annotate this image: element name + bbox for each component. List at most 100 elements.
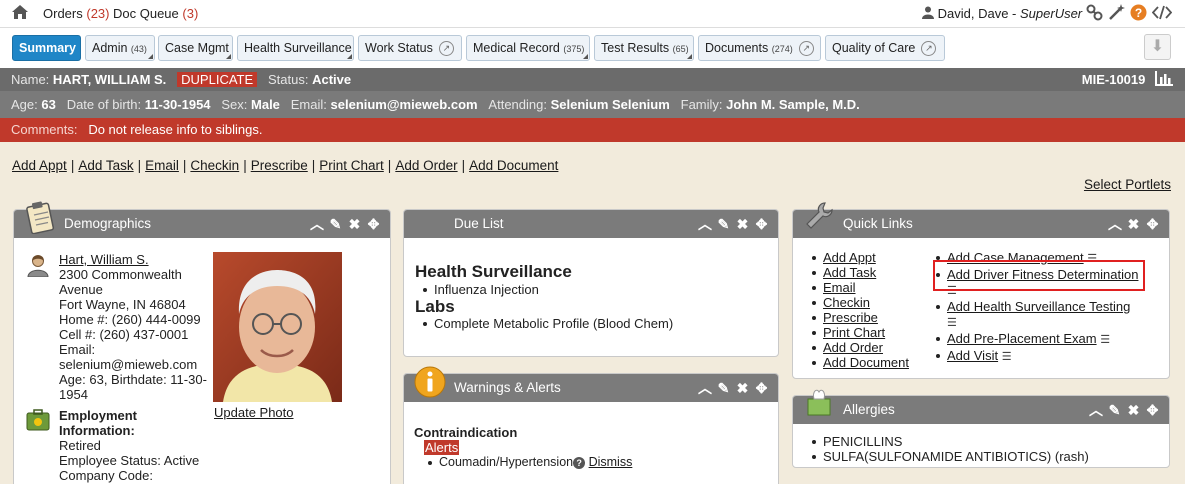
alerts-badge: Alerts bbox=[424, 440, 460, 455]
edit-icon[interactable]: ✎ bbox=[717, 210, 730, 238]
allergy-item: SULFA(SULFONAMIDE ANTIBIOTICS) (rash) bbox=[808, 449, 1089, 464]
collapse-icon[interactable]: ︿ bbox=[698, 210, 712, 238]
move-icon[interactable]: ✥ bbox=[755, 374, 768, 402]
highlight-box bbox=[933, 260, 1145, 291]
edit-icon[interactable]: ✎ bbox=[329, 210, 342, 238]
list-icon[interactable]: ☰ bbox=[947, 317, 957, 329]
add-document-link[interactable]: Add Document bbox=[469, 158, 558, 173]
move-icon[interactable]: ✥ bbox=[1146, 396, 1159, 424]
address-line: Avenue bbox=[59, 282, 103, 297]
chart-icon[interactable] bbox=[1155, 71, 1173, 86]
move-icon[interactable]: ✥ bbox=[1146, 210, 1159, 238]
tab-case-mgmt[interactable]: Case Mgmt bbox=[158, 35, 233, 61]
prescribe-link[interactable]: Prescribe bbox=[251, 158, 308, 173]
update-photo-link[interactable]: Update Photo bbox=[214, 405, 294, 420]
address-line: Fort Wayne, IN 46804 bbox=[59, 297, 186, 312]
user-icon bbox=[922, 6, 934, 19]
collapse-icon[interactable]: ︿ bbox=[1108, 210, 1122, 238]
address-line: 2300 Commonwealth bbox=[59, 267, 182, 282]
add-order-link[interactable]: Add Order bbox=[395, 158, 457, 173]
allergies-header[interactable]: Allergies ︿ ✎ ✖ ✥ bbox=[793, 389, 1169, 424]
quick-prescribe-link[interactable]: Prescribe bbox=[823, 310, 878, 325]
select-portlets-link[interactable]: Select Portlets bbox=[1084, 177, 1171, 192]
quick-add-task-link[interactable]: Add Task bbox=[823, 265, 876, 280]
checkin-link[interactable]: Checkin bbox=[190, 158, 239, 173]
quick-add-appt-link[interactable]: Add Appt bbox=[823, 250, 876, 265]
svg-text:?: ? bbox=[1135, 6, 1142, 20]
help-icon[interactable]: ? bbox=[1130, 4, 1147, 21]
patient-details: Age: 63 Date of birth: 11-30-1954 Sex: M… bbox=[0, 91, 1185, 118]
alert-item: Coumadin/Hypertension bbox=[439, 455, 574, 469]
add-pre-placement-link[interactable]: Add Pre-Placement Exam bbox=[947, 331, 1097, 346]
add-appt-link[interactable]: Add Appt bbox=[12, 158, 67, 173]
external-link-icon[interactable]: ↗ bbox=[798, 41, 814, 57]
patient-status: Active bbox=[312, 72, 352, 87]
info-icon bbox=[414, 366, 446, 408]
quick-checkin-link[interactable]: Checkin bbox=[823, 295, 870, 310]
tab-admin[interactable]: Admin (43) bbox=[85, 35, 155, 61]
tab-documents[interactable]: Documents (274) ↗ bbox=[698, 35, 821, 61]
quick-add-document-link[interactable]: Add Document bbox=[823, 355, 909, 370]
edit-icon[interactable]: ✎ bbox=[1108, 396, 1121, 424]
patient-name-link[interactable]: Hart, William S. bbox=[59, 252, 149, 267]
due-item: Influenza Injection bbox=[419, 282, 673, 297]
help-icon[interactable]: ? bbox=[573, 457, 586, 469]
doc-queue-link[interactable]: Doc Queue (3) bbox=[113, 6, 198, 21]
due-section-title: Health Surveillance bbox=[415, 262, 572, 281]
move-icon[interactable]: ✥ bbox=[755, 210, 768, 238]
collapse-icon[interactable]: ︿ bbox=[310, 210, 324, 238]
close-icon[interactable]: ✖ bbox=[1127, 210, 1140, 238]
patient-photo bbox=[213, 252, 342, 402]
tab-summary[interactable]: Summary bbox=[12, 35, 81, 61]
external-link-icon[interactable]: ↗ bbox=[921, 41, 937, 57]
add-task-link[interactable]: Add Task bbox=[78, 158, 133, 173]
add-visit-link[interactable]: Add Visit bbox=[947, 348, 998, 363]
quick-links-header[interactable]: Quick Links ︿ ✖ ✥ bbox=[793, 202, 1169, 238]
tab-bar: Summary Admin (43) Case Mgmt Health Surv… bbox=[0, 28, 1185, 68]
list-icon[interactable]: ☰ bbox=[1002, 351, 1012, 363]
edit-icon[interactable]: ✎ bbox=[717, 374, 730, 402]
email-link[interactable]: Email bbox=[145, 158, 179, 173]
age-birthdate: Age: 63, Birthdate: 11-30- bbox=[59, 372, 207, 387]
download-button[interactable]: ⬇ bbox=[1144, 34, 1171, 60]
collapse-icon[interactable]: ︿ bbox=[698, 374, 712, 402]
tab-quality-of-care[interactable]: Quality of Care ↗ bbox=[825, 35, 945, 61]
warnings-alerts-header[interactable]: Warnings & Alerts ︿ ✎ ✖ ✥ bbox=[404, 366, 778, 402]
quick-print-chart-link[interactable]: Print Chart bbox=[823, 325, 885, 340]
tab-health-surveillance[interactable]: Health Surveillance bbox=[237, 35, 354, 61]
duplicate-badge: DUPLICATE bbox=[177, 72, 258, 87]
collapse-icon[interactable]: ︿ bbox=[1089, 396, 1103, 424]
tab-work-status[interactable]: Work Status ↗ bbox=[358, 35, 462, 61]
dismiss-link[interactable]: Dismiss bbox=[589, 455, 633, 469]
list-icon[interactable]: ☰ bbox=[1100, 334, 1110, 346]
close-icon[interactable]: ✖ bbox=[736, 374, 749, 402]
cell-phone: Cell #: (260) 437-0001 bbox=[59, 327, 189, 342]
orders-link[interactable]: Orders (23) bbox=[43, 6, 109, 21]
email-value: selenium@mieweb.com bbox=[59, 357, 198, 372]
move-icon[interactable]: ✥ bbox=[367, 210, 380, 238]
due-section-title: Labs bbox=[415, 297, 455, 316]
demographics-header[interactable]: Demographics ︿ ✎ ✖ ✥ bbox=[14, 201, 390, 238]
due-list-header[interactable]: Due List ︿ ✎ ✖ ✥ bbox=[404, 210, 778, 238]
quick-add-order-link[interactable]: Add Order bbox=[823, 340, 883, 355]
due-list-portlet: Due List ︿ ✎ ✖ ✥ Health Surveillance Inf… bbox=[403, 209, 779, 357]
close-icon[interactable]: ✖ bbox=[1127, 396, 1140, 424]
close-icon[interactable]: ✖ bbox=[348, 210, 361, 238]
code-icon[interactable] bbox=[1152, 4, 1172, 21]
user-menu[interactable]: David, Dave - SuperUser bbox=[922, 6, 1082, 21]
tab-test-results[interactable]: Test Results (65) bbox=[594, 35, 694, 61]
add-health-surveillance-link[interactable]: Add Health Surveillance Testing bbox=[947, 299, 1130, 314]
arrow-down-icon: ⬇ bbox=[1150, 38, 1165, 55]
top-bar: Orders (23) Doc Queue (3) David, Dave - … bbox=[0, 0, 1185, 28]
tab-medical-record[interactable]: Medical Record (375) bbox=[466, 35, 590, 61]
print-chart-link[interactable]: Print Chart bbox=[319, 158, 384, 173]
link-icon[interactable] bbox=[1086, 4, 1103, 21]
clipboard-icon bbox=[24, 200, 58, 244]
quick-email-link[interactable]: Email bbox=[823, 280, 856, 295]
close-icon[interactable]: ✖ bbox=[736, 210, 749, 238]
quick-links-portlet: Quick Links ︿ ✖ ✥ Add Appt Add Task Emai… bbox=[792, 202, 1170, 379]
home-icon[interactable] bbox=[12, 5, 28, 22]
wrench-icon bbox=[803, 200, 835, 242]
magic-wand-icon[interactable] bbox=[1108, 4, 1125, 21]
external-link-icon[interactable]: ↗ bbox=[438, 41, 454, 57]
